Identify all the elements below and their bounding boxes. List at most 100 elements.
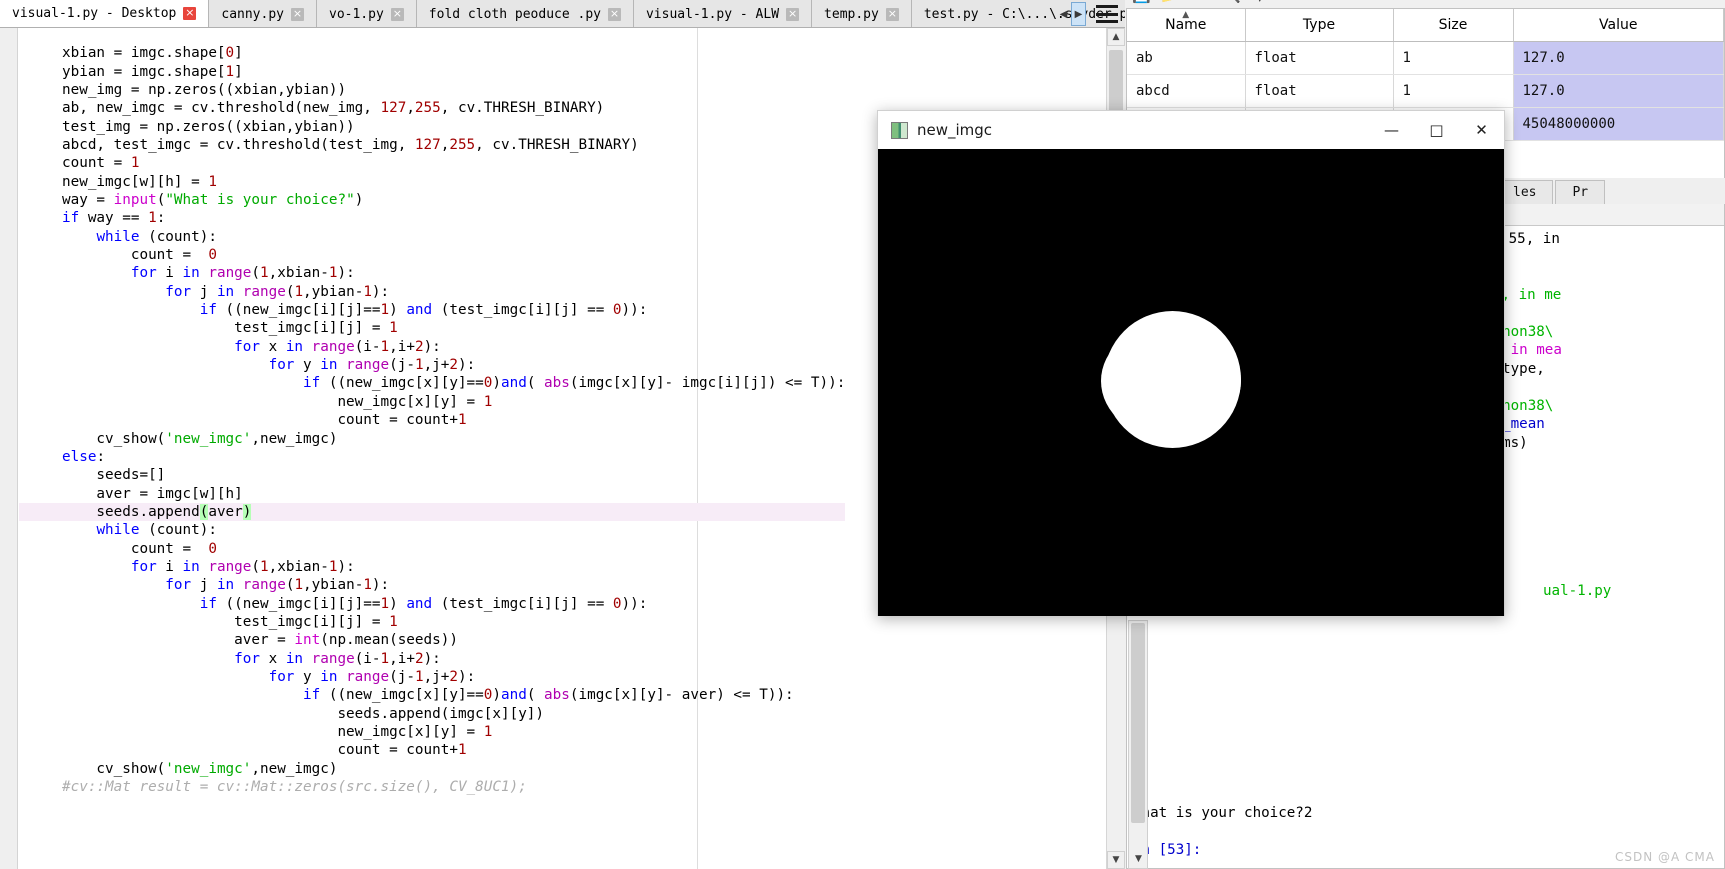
- code-line: while (count):: [96, 228, 217, 245]
- scroll-down-icon[interactable]: ▼: [1107, 851, 1125, 869]
- image-preview-window[interactable]: new_imgc — □ ✕: [877, 110, 1505, 616]
- code-line: else:: [62, 448, 106, 465]
- tab-label: test.py - C:\...\.spyder-py3: [923, 6, 1125, 22]
- code-line: new_imgc[x][y] = 1: [62, 724, 493, 741]
- tab-scroll-controls: ◀ ▶: [1056, 2, 1086, 26]
- tab-plots[interactable]: Pr: [1555, 180, 1606, 204]
- code-line: new_imgc[w][h] = 1: [62, 173, 217, 190]
- cell-value: 45048000000: [1513, 107, 1724, 141]
- code-line: if ((new_imgc[i][j]==1) and (test_imgc[i…: [199, 302, 648, 319]
- code-line: if ((new_imgc[i][j]==1) and (test_imgc[i…: [199, 595, 648, 612]
- tab-close-icon[interactable]: ×: [291, 7, 304, 21]
- cell-value: 127.0: [1513, 41, 1724, 75]
- code-line: if ((new_imgc[x][y]==0)and( abs(imgc[x][…: [303, 687, 794, 704]
- console-question: What is your choice?2: [1133, 804, 1313, 821]
- line-number-margin: [0, 28, 18, 869]
- tab-close-icon[interactable]: ×: [786, 7, 800, 21]
- editor-tab-fold-cloth-peoduce[interactable]: fold cloth peoduce .py ×: [416, 0, 634, 27]
- code-line: new_img = np.zeros((xbian,ybian)): [62, 81, 347, 98]
- tab-close-icon[interactable]: ×: [885, 7, 899, 21]
- cell-type: float: [1245, 41, 1394, 75]
- segmented-region-blob: [1101, 311, 1241, 448]
- spyder-window: visual-1.py - Desktop × canny.py × vo-1.…: [0, 0, 1725, 869]
- table-header-row: ▲ Name Type Size Value: [1127, 9, 1724, 42]
- column-header-size[interactable]: Size: [1393, 9, 1514, 42]
- hamburger-bar: [1096, 20, 1118, 23]
- editor-options-menu-icon[interactable]: [1096, 5, 1118, 23]
- cell-size: 1: [1393, 74, 1514, 108]
- tab-label: vo-1.py: [329, 6, 384, 22]
- scroll-down-icon[interactable]: ▼: [1130, 850, 1147, 867]
- scrollbar-thumb[interactable]: [1131, 623, 1145, 823]
- cell-name: ab: [1127, 41, 1246, 75]
- code-line: #cv::Mat result = cv::Mat::zeros(src.siz…: [62, 779, 527, 796]
- tab-close-icon[interactable]: ×: [607, 7, 621, 21]
- code-line: new_imgc[x][y] = 1: [62, 393, 493, 410]
- table-row[interactable]: abcd float 1 127.0: [1127, 74, 1724, 108]
- scroll-up-icon[interactable]: ▲: [1107, 28, 1125, 46]
- folder-icon[interactable]: 📁: [1160, 0, 1179, 4]
- table-row[interactable]: ab float 1 127.0: [1127, 41, 1724, 75]
- cell-value: 127.0: [1513, 74, 1724, 108]
- filter-icon[interactable]: ▼: [1254, 0, 1266, 4]
- editor-tab-canny[interactable]: canny.py ×: [209, 0, 317, 27]
- tab-label: Pr: [1572, 185, 1589, 200]
- tab-label: fold cloth peoduce .py: [428, 6, 601, 22]
- cell-name: abcd: [1127, 74, 1246, 108]
- editor-tab-visual-1-alw[interactable]: visual-1.py - ALW ×: [633, 0, 813, 27]
- code-line: for j in range(1,ybian-1):: [165, 283, 390, 300]
- code-line: count = count+1: [62, 412, 467, 429]
- column-label: Type: [1302, 16, 1336, 33]
- tab-scroll-left-icon[interactable]: ◀: [1056, 2, 1071, 26]
- code-line: if way == 1:: [62, 210, 166, 227]
- editor-tab-temp[interactable]: temp.py ×: [812, 0, 912, 27]
- toolbar: 💾 📁 ↻ 🔍 ▼: [1126, 0, 1725, 8]
- editor-tab-bar: visual-1.py - Desktop × canny.py × vo-1.…: [0, 0, 1125, 28]
- code-line: aver = imgc[w][h]: [62, 485, 243, 502]
- code-line: for x in range(i-1,i+2):: [234, 338, 441, 355]
- tab-scroll-right-icon[interactable]: ▶: [1071, 2, 1086, 26]
- column-header-type[interactable]: Type: [1245, 9, 1394, 42]
- column-header-name[interactable]: ▲ Name: [1127, 9, 1246, 42]
- code-line: while (count):: [96, 522, 217, 539]
- code-line: seeds.append(imgc[x][y]): [62, 705, 545, 722]
- tab-label: canny.py: [221, 6, 284, 22]
- window-title-bar[interactable]: new_imgc — □ ✕: [878, 111, 1504, 149]
- tab-label: les: [1513, 185, 1537, 200]
- hamburger-bar: [1096, 5, 1118, 8]
- code-line: for y in range(j-1,j+2):: [268, 357, 476, 374]
- traceback-fragment: ual-1.py: [1543, 582, 1612, 599]
- column-header-value[interactable]: Value: [1513, 9, 1724, 42]
- minimize-button[interactable]: —: [1369, 111, 1414, 149]
- code-line: seeds=[]: [62, 467, 166, 484]
- console-vertical-scrollbar[interactable]: ▼: [1128, 620, 1148, 869]
- maximize-button[interactable]: □: [1414, 111, 1459, 149]
- editor-tab-test[interactable]: test.py - C:\...\.spyder-py3: [911, 0, 1125, 27]
- image-canvas: [878, 149, 1504, 616]
- code-line: ab, new_imgc = cv.threshold(new_img, 127…: [62, 100, 605, 117]
- source-code[interactable]: xbian = imgc.shape[0] ybian = imgc.shape[…: [19, 44, 846, 796]
- editor-tab-vo-1[interactable]: vo-1.py ×: [317, 0, 417, 27]
- refresh-icon[interactable]: ↻: [1188, 0, 1201, 4]
- tab-close-icon[interactable]: ×: [390, 7, 404, 21]
- code-line: if ((new_imgc[x][y]==0)and( abs(imgc[x][…: [303, 375, 846, 392]
- editor-tab-visual-1-desktop[interactable]: visual-1.py - Desktop ×: [0, 0, 210, 27]
- search-icon[interactable]: 🔍: [1222, 0, 1241, 4]
- tab-close-icon[interactable]: ×: [183, 7, 197, 20]
- save-icon[interactable]: 💾: [1132, 0, 1151, 4]
- code-line: cv_show('new_imgc',new_imgc): [62, 760, 338, 777]
- code-line: for i in range(1,xbian-1):: [130, 265, 355, 282]
- code-line: for j in range(1,ybian-1):: [165, 577, 390, 594]
- column-label: Value: [1599, 16, 1638, 33]
- close-button[interactable]: ✕: [1459, 111, 1504, 149]
- code-line: way = input("What is your choice?"): [62, 192, 364, 209]
- code-line-highlighted: seeds.append(aver): [19, 502, 846, 522]
- code-line: cv_show('new_imgc',new_imgc): [62, 430, 338, 447]
